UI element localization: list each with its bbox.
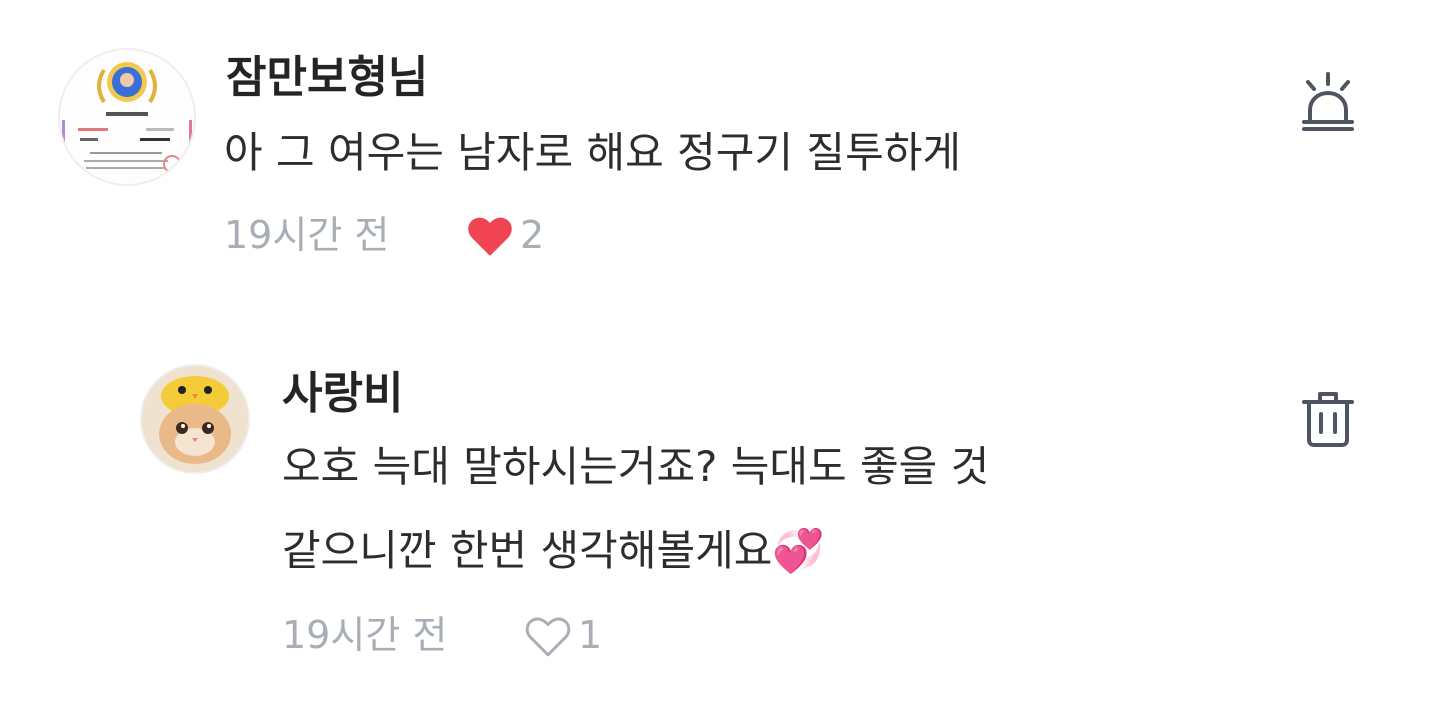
- heart-filled-icon: [464, 212, 516, 258]
- avatar-cat-image: [142, 366, 248, 472]
- like-button[interactable]: 1: [522, 612, 602, 658]
- comment-author[interactable]: 사랑비: [282, 372, 403, 416]
- comment-text-line-1: 오호 늑대 말하시는거죠? 늑대도 좋을 것: [282, 442, 990, 491]
- reply-comment-item: 사랑비 오호 늑대 말하시는거죠? 늑대도 좋을 것 같으니깐 한번 생각해볼게…: [0, 340, 1440, 706]
- avatar[interactable]: [140, 364, 250, 474]
- trash-icon[interactable]: [1302, 390, 1354, 448]
- avatar[interactable]: [58, 48, 196, 186]
- comment-timestamp: 19시간 전: [282, 613, 448, 657]
- like-count: 1: [578, 613, 603, 657]
- like-count: 2: [520, 213, 545, 257]
- comment-item: 잠만보형님 아 그 여우는 남자로 해요 정구기 질투하게 19시간 전 2: [0, 0, 1440, 290]
- comment-author[interactable]: 잠만보형님: [226, 56, 428, 100]
- avatar-certificate-image: [60, 50, 194, 184]
- comment-timestamp: 19시간 전: [224, 213, 390, 257]
- comment-text: 아 그 여우는 남자로 해요 정구기 질투하게: [224, 128, 961, 177]
- report-siren-icon[interactable]: [1300, 72, 1356, 134]
- comment-text-line-2: 같으니깐 한번 생각해볼게요💞: [282, 526, 825, 575]
- like-button[interactable]: 2: [464, 212, 544, 258]
- heart-outline-icon: [522, 612, 574, 658]
